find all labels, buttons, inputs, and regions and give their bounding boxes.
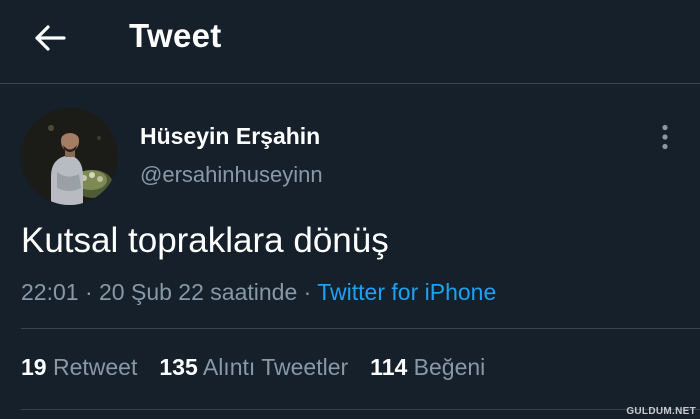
quote-tweet-number: 135	[159, 354, 198, 380]
divider	[21, 409, 700, 410]
author-display-name[interactable]: Hüseyin Erşahin	[140, 122, 320, 150]
tweet-metadata: 22:01 · 20 Şub 22 saatinde · Twitter for…	[21, 277, 496, 307]
more-options-button[interactable]	[650, 120, 680, 154]
tweet-text: Kutsal topraklara dönüş	[21, 221, 389, 260]
profile-photo	[21, 108, 118, 205]
watermark: GULDUM.NET	[626, 406, 696, 417]
divider	[21, 328, 700, 329]
quote-tweet-count[interactable]: 135 Alıntı Tweetler	[159, 352, 348, 382]
arrow-left-icon	[35, 25, 66, 51]
tweet-stats: 19 Retweet 135 Alıntı Tweetler 114 Beğen…	[21, 352, 507, 382]
retweet-count[interactable]: 19 Retweet	[21, 352, 137, 382]
meta-separator: ·	[297, 279, 318, 305]
avatar[interactable]	[21, 108, 118, 205]
tweet-source-link[interactable]: Twitter for iPhone	[317, 279, 496, 305]
more-vertical-icon	[662, 124, 668, 150]
like-count[interactable]: 114 Beğeni	[370, 352, 485, 382]
meta-separator: ·	[78, 279, 100, 305]
page-title: Tweet	[129, 17, 222, 54]
top-bar: Tweet	[0, 0, 700, 84]
quote-tweet-label: Alıntı Tweetler	[202, 354, 349, 380]
like-label: Beğeni	[413, 354, 486, 380]
retweet-number: 19	[21, 354, 47, 380]
back-button[interactable]	[30, 18, 70, 58]
retweet-label: Retweet	[52, 354, 138, 380]
tweet-date[interactable]: 20 Şub 22 saatinde	[99, 279, 297, 305]
author-handle[interactable]: @ersahinhuseyinn	[140, 161, 323, 189]
tweet-time[interactable]: 22:01	[21, 279, 79, 305]
like-number: 114	[370, 354, 408, 380]
